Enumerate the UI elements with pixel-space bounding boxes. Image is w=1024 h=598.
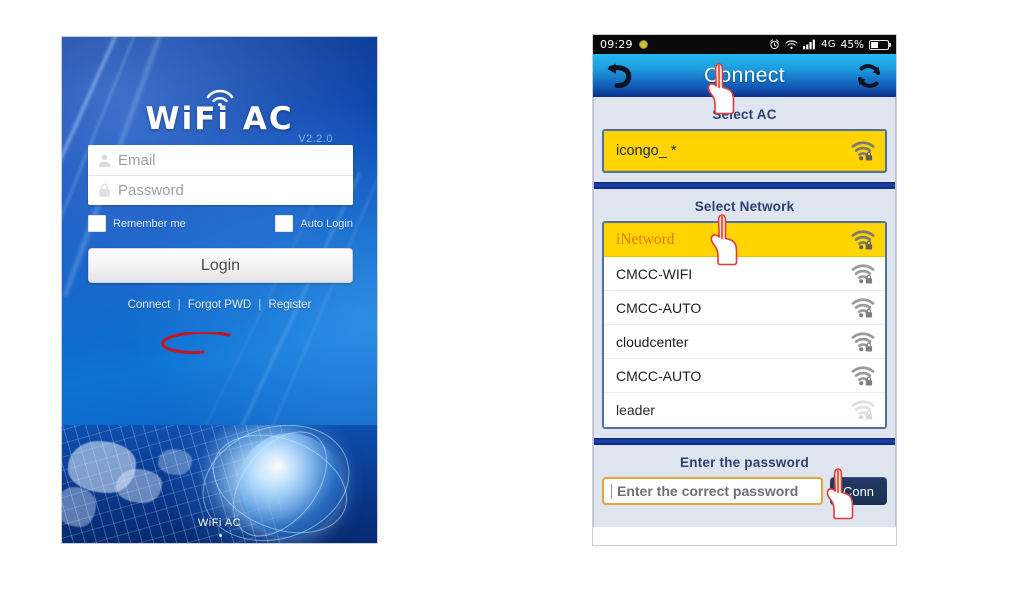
network-name-label: leader (616, 402, 655, 418)
link-separator: | (258, 299, 262, 311)
login-button[interactable]: Login (88, 248, 353, 283)
footer-caption: WiFi AC (197, 517, 242, 529)
login-screen-phone: WiFi AC V2.2.0 Email Password Remember m… (61, 36, 378, 544)
screenshot-root: WiFi AC V2.2.0 Email Password Remember m… (0, 0, 1024, 598)
network-name-label: CMCC-WIFI (616, 265, 693, 282)
brand-lockup: WiFi AC V2.2.0 (62, 89, 377, 145)
page-title: Connect (703, 63, 786, 87)
battery-icon (869, 39, 891, 50)
register-link[interactable]: Register (267, 299, 314, 311)
wifi-lock-icon (851, 297, 875, 318)
select-ac-panel: Select AC icongo_ * (593, 63, 896, 182)
network-list-item[interactable]: leader (604, 393, 885, 427)
network-list-item[interactable]: CMCC-AUTO (604, 359, 885, 393)
ac-name-label: icongo_ * (616, 142, 677, 159)
status-bar-time: 09:29 (600, 38, 633, 51)
password-placeholder: Enter the correct password (617, 483, 799, 499)
refresh-icon[interactable] (852, 61, 886, 91)
network-list-item[interactable]: cloudcenter (604, 325, 885, 359)
password-placeholder: Password (118, 182, 184, 199)
app-version: V2.2.0 (298, 133, 333, 145)
alarm-icon (770, 39, 779, 50)
password-input[interactable]: Enter the correct password (602, 477, 823, 505)
wifi-lock-icon (851, 263, 875, 284)
password-field[interactable]: Password (88, 175, 353, 205)
section-divider (593, 182, 896, 189)
network-name-label: CMCC-AUTO (616, 367, 702, 384)
connect-screen-phone: 09:29 4G 45% Connect Select AC icongo_ *… (592, 34, 897, 546)
status-bar-icons: 4G 45% (769, 38, 891, 51)
person-icon (98, 153, 111, 167)
password-row: Enter the correct password Conn (602, 477, 887, 505)
back-arrow-icon[interactable] (601, 61, 635, 91)
remember-me-group[interactable]: Remember me (88, 215, 186, 232)
landmass-shape (158, 449, 192, 475)
ac-list: icongo_ * (602, 129, 887, 173)
wifi-lock-icon (851, 365, 875, 386)
wifi-lock-icon (851, 229, 875, 250)
email-placeholder: Email (118, 151, 156, 169)
auto-login-label: Auto Login (300, 217, 353, 230)
text-caret (611, 483, 612, 499)
battery-percent-label: 45% (840, 38, 864, 51)
login-options: Remember me Auto Login (88, 215, 353, 232)
network-list[interactable]: iNetword CMCC-WIFI CMCC-AUTO cloudcenter… (602, 221, 887, 429)
select-network-panel: Select Network iNetword CMCC-WIFI CMCC-A… (593, 189, 896, 438)
network-type-label: 4G (821, 39, 836, 50)
select-ac-title: Select AC (712, 107, 777, 122)
remember-me-checkbox[interactable] (88, 215, 106, 232)
yellow-dot-icon (638, 40, 648, 49)
password-panel: Enter the password Enter the correct pas… (593, 445, 896, 527)
auto-login-group[interactable]: Auto Login (275, 215, 353, 232)
network-name-label: iNetword (616, 230, 675, 248)
wifi-icon (785, 40, 798, 49)
network-name-label: CMCC-AUTO (616, 299, 702, 316)
network-list-item[interactable]: iNetword (604, 223, 885, 257)
login-links: Connect | Forgot PWD | Register (62, 299, 377, 311)
landmass-shape (116, 469, 162, 503)
globe-banner: WiFi AC (62, 425, 377, 543)
network-list-item[interactable]: CMCC-AUTO (604, 291, 885, 325)
app-bar: Connect (593, 54, 896, 97)
status-bar: 09:29 4G 45% (593, 35, 896, 54)
select-network-title: Select Network (694, 199, 795, 214)
email-field[interactable]: Email (88, 145, 353, 175)
connect-link[interactable]: Connect (126, 299, 173, 311)
password-section-title: Enter the password (680, 455, 809, 470)
app-title: WiFi AC (145, 101, 294, 137)
wifi-lock-icon (851, 331, 875, 352)
signal-bars-icon (803, 39, 816, 50)
connect-button[interactable]: Conn (830, 477, 887, 505)
network-list-item[interactable]: CMCC-WIFI (604, 257, 885, 291)
ac-list-item[interactable]: icongo_ * (604, 131, 885, 171)
section-divider (593, 438, 896, 445)
link-separator: | (177, 299, 181, 311)
network-name-label: cloudcenter (616, 333, 689, 350)
wifi-arc-icon (206, 89, 233, 106)
credentials-fields: Email Password (88, 145, 353, 205)
lock-icon (99, 183, 110, 197)
page-indicator-dot (218, 534, 222, 537)
wifi-lock-icon (851, 140, 875, 161)
remember-me-label: Remember me (113, 217, 186, 230)
auto-login-checkbox[interactable] (275, 215, 294, 232)
wifi-lock-icon (851, 400, 875, 420)
forgot-pwd-link[interactable]: Forgot PWD (186, 299, 253, 311)
